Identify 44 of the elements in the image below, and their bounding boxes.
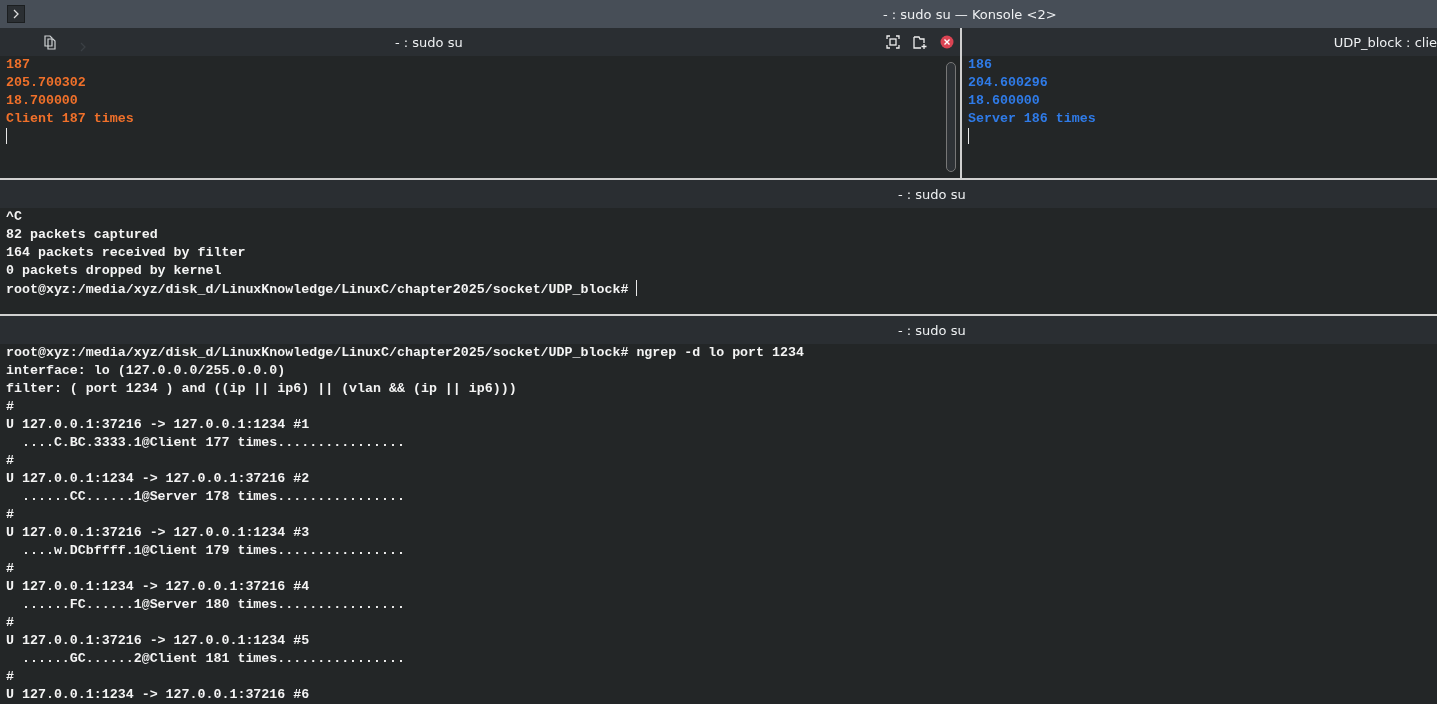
terminal-line: U 127.0.0.1:1234 -> 127.0.0.1:37216 #2: [6, 471, 310, 486]
terminal-line: 187: [6, 57, 30, 72]
terminal-line: Client 187 times: [6, 111, 134, 126]
terminal-line: ^C: [6, 209, 22, 224]
terminal-line: #: [6, 453, 14, 468]
terminal-line: 205.700302: [6, 75, 86, 90]
terminal-line: ....w.DCbffff.1@Client 179 times................: [20, 543, 405, 558]
pane-title: - : sudo su: [395, 34, 463, 50]
pane-title: UDP_block : clie: [1333, 34, 1437, 50]
terminal-line: 18.600000: [968, 93, 1040, 108]
terminal-line: filter: ( port 1234 ) and ((ip || ip6) || (vlan && (ip || ip6))): [6, 381, 517, 396]
new-tab-icon[interactable]: [911, 33, 929, 51]
terminal-line: interface: lo (127.0.0.0/255.0.0.0): [6, 363, 286, 378]
terminal-line: ......FC......1@Server 180 times................: [20, 597, 405, 612]
terminal-line: U 127.0.0.1:1234 -> 127.0.0.1:37216 #6: [6, 687, 310, 702]
terminal-line: 82 packets captured: [6, 227, 158, 242]
terminal-line: U 127.0.0.1:1234 -> 127.0.0.1:37216 #4: [6, 579, 310, 594]
scrollbar[interactable]: [946, 62, 956, 172]
terminal-line: root@xyz:/media/xyz/disk_d/LinuxKnowledge/LinuxC/chapter2025/socket/UDP_block#: [6, 282, 630, 297]
terminal-line: U 127.0.0.1:37216 -> 127.0.0.1:1234 #5: [6, 633, 310, 648]
terminal-line: 186: [968, 57, 992, 72]
terminal-line: U 127.0.0.1:37216 -> 127.0.0.1:1234 #1: [6, 417, 310, 432]
pane-title: - : sudo su: [898, 186, 966, 202]
terminal-line: ......CC......1@Server 178 times................: [20, 489, 405, 504]
terminal-line: root@xyz:/media/xyz/disk_d/LinuxKnowledge/LinuxC/chapter2025/socket/UDP_block# ngrep -d lo port 1234: [6, 345, 804, 360]
terminal-line: 18.700000: [6, 93, 78, 108]
window-title: - : sudo su — Konsole <2>: [883, 6, 1057, 22]
terminal-line: 0 packets dropped by kernel: [6, 263, 222, 278]
terminal-line: #: [6, 399, 14, 414]
terminal-line: ......GC......2@Client 181 times................: [20, 651, 405, 666]
copy-icon[interactable]: [42, 34, 58, 50]
pane-title: - : sudo su: [898, 322, 966, 338]
terminal-line: #: [6, 561, 14, 576]
terminal-line: U 127.0.0.1:37216 -> 127.0.0.1:1234 #3: [6, 525, 310, 540]
terminal-line: #: [6, 615, 14, 630]
close-icon[interactable]: [938, 33, 956, 51]
menu-icon[interactable]: [7, 5, 25, 23]
terminal-line: 204.600296: [968, 75, 1048, 90]
terminal-line: #: [6, 669, 14, 684]
terminal-line: #: [6, 507, 14, 522]
terminal-line: Server 186 times: [968, 111, 1096, 126]
maximize-icon[interactable]: [884, 33, 902, 51]
terminal-line: 164 packets received by filter: [6, 245, 246, 260]
terminal-line: ....C.BC.3333.1@Client 177 times................: [20, 435, 405, 450]
